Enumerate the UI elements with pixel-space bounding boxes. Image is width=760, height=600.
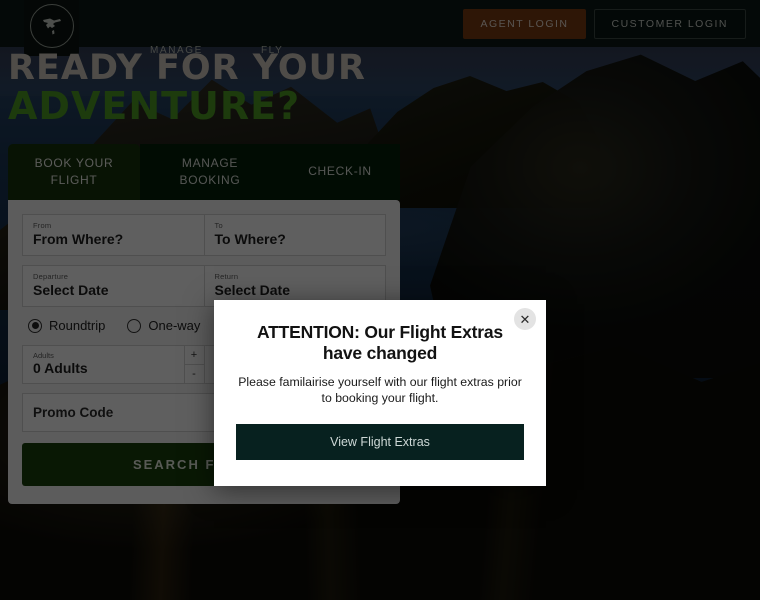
close-icon[interactable]: ✕ <box>514 308 536 330</box>
flight-extras-modal: ✕ ATTENTION: Our Flight Extras have chan… <box>214 300 546 486</box>
page-root: AGENT LOGIN CUSTOMER LOGIN MANAGE FLY Re… <box>0 0 760 600</box>
modal-title: ATTENTION: Our Flight Extras have change… <box>257 322 503 364</box>
modal-body-text: Please familairise yourself with our fli… <box>238 374 522 406</box>
view-flight-extras-button[interactable]: View Flight Extras <box>236 423 524 460</box>
